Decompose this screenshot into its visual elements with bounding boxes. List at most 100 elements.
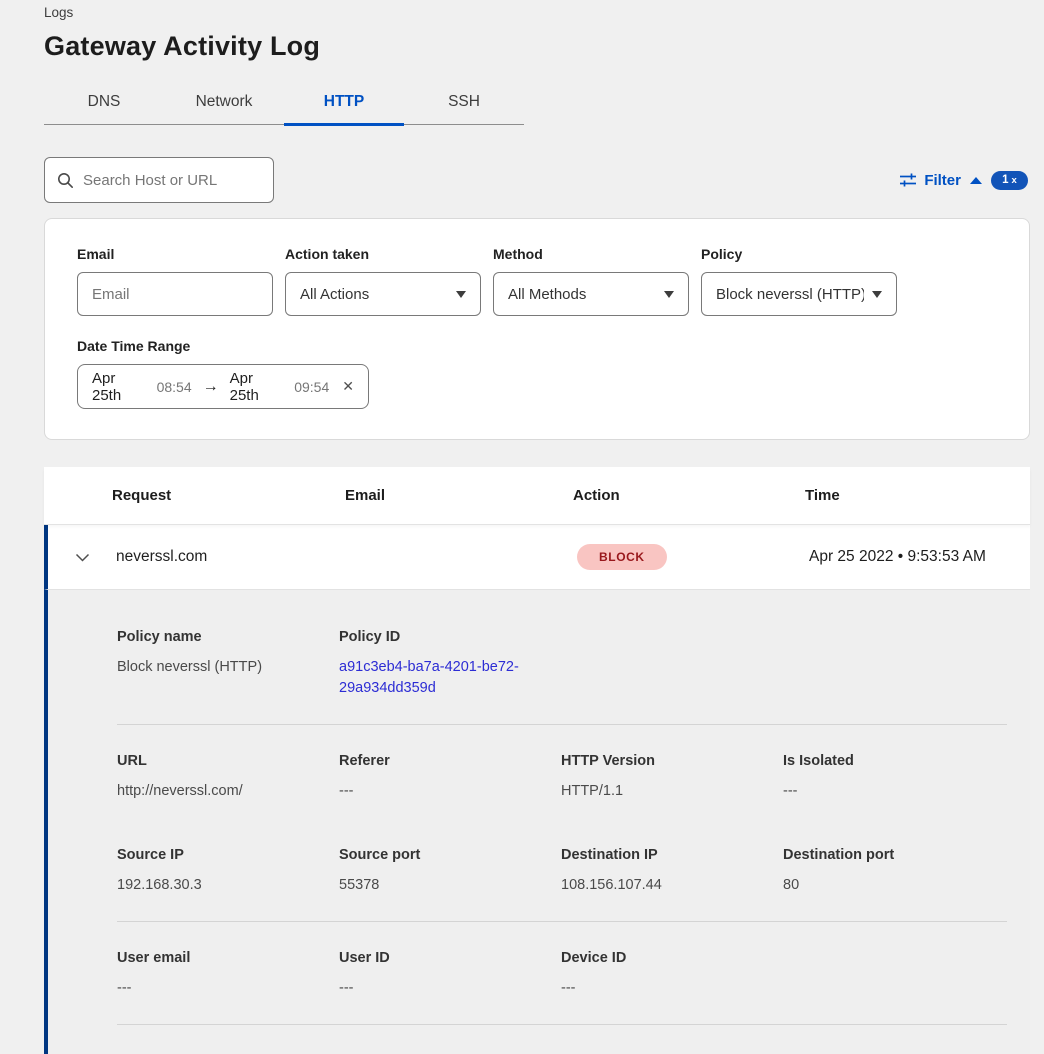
range-start-time: 08:54 — [157, 379, 192, 395]
url-field: URL http://neverssl.com/ — [117, 753, 339, 802]
chevron-down-icon — [456, 291, 466, 298]
user-section: User email --- User ID --- Device ID --- — [117, 950, 1007, 999]
method-select[interactable]: All Methods — [493, 272, 689, 316]
chevron-down-icon — [75, 553, 90, 562]
section-divider — [117, 724, 1007, 725]
email-filter-field: Email — [77, 246, 273, 316]
source-ip-label: Source IP — [117, 847, 339, 863]
section-gap — [117, 802, 1007, 847]
range-end-time: 09:54 — [294, 379, 329, 395]
email-input[interactable] — [92, 286, 258, 303]
is-isolated-field: Is Isolated --- — [783, 753, 1007, 802]
filter-icon — [899, 172, 917, 188]
time-cell: Apr 25 2022 • 9:53:53 AM — [809, 548, 1030, 566]
device-id-value: --- — [561, 978, 783, 999]
range-start-date: Apr 25th — [92, 370, 148, 404]
destination-port-value: 80 — [783, 875, 1007, 896]
row-expand-toggle[interactable] — [48, 553, 116, 562]
date-time-range-picker[interactable]: Apr 25th 08:54 → Apr 25th 09:54 ✕ — [77, 364, 369, 409]
request-section: URL http://neverssl.com/ Referer --- HTT… — [117, 753, 1007, 802]
action-taken-select[interactable]: All Actions — [285, 272, 481, 316]
source-ip-value: 192.168.30.3 — [117, 875, 339, 896]
source-port-field: Source port 55378 — [339, 847, 561, 896]
policy-label: Policy — [701, 246, 897, 262]
policy-select[interactable]: Block neverssl (HTTP) — [701, 272, 897, 316]
clear-date-range-icon[interactable]: ✕ — [342, 378, 354, 395]
filter-panel: Email Action taken All Actions Method Al… — [44, 218, 1030, 440]
clear-filters-icon[interactable]: x — [1012, 175, 1017, 186]
action-taken-value: All Actions — [300, 286, 369, 303]
activity-log-table: Request Email Action Time neverssl.com B… — [44, 467, 1030, 1054]
method-field: Method All Methods — [493, 246, 689, 316]
column-header-time: Time — [805, 487, 1030, 504]
url-value: http://neverssl.com/ — [117, 781, 339, 802]
table-row[interactable]: neverssl.com BLOCK Apr 25 2022 • 9:53:53… — [44, 525, 1030, 589]
policy-section: Policy name Block neverssl (HTTP) Policy… — [117, 629, 1007, 699]
collapse-caret-icon — [970, 177, 982, 184]
device-id-field: Device ID --- — [561, 950, 783, 999]
column-header-request: Request — [112, 487, 345, 504]
http-version-field: HTTP Version HTTP/1.1 — [561, 753, 783, 802]
section-divider — [117, 1024, 1007, 1025]
block-status-badge: BLOCK — [577, 544, 667, 570]
filter-fields-row: Email Action taken All Actions Method Al… — [77, 246, 997, 316]
policy-value: Block neverssl (HTTP) — [716, 286, 864, 303]
device-id-label: Device ID — [561, 950, 783, 966]
destination-ip-field: Destination IP 108.156.107.44 — [561, 847, 783, 896]
action-taken-label: Action taken — [285, 246, 481, 262]
is-isolated-value: --- — [783, 781, 1007, 802]
referer-value: --- — [339, 781, 561, 802]
user-id-value: --- — [339, 978, 561, 999]
user-id-label: User ID — [339, 950, 561, 966]
user-id-field: User ID --- — [339, 950, 561, 999]
action-taken-field: Action taken All Actions — [285, 246, 481, 316]
http-version-value: HTTP/1.1 — [561, 781, 783, 802]
date-time-range-field: Date Time Range Apr 25th 08:54 → Apr 25t… — [77, 338, 997, 409]
action-cell: BLOCK — [577, 544, 809, 570]
page-title: Gateway Activity Log — [44, 31, 1030, 62]
source-port-value: 55378 — [339, 875, 561, 896]
search-box[interactable] — [44, 157, 274, 203]
filter-button[interactable]: Filter — [899, 172, 982, 189]
destination-ip-label: Destination IP — [561, 847, 783, 863]
user-email-value: --- — [117, 978, 339, 999]
referer-label: Referer — [339, 753, 561, 769]
destination-port-field: Destination port 80 — [783, 847, 1007, 896]
filter-count-value: 1 — [1002, 174, 1008, 186]
toolbar: Filter 1 x — [44, 157, 1030, 203]
tab-http[interactable]: HTTP — [284, 85, 404, 124]
active-filter-count-badge[interactable]: 1 x — [991, 171, 1028, 190]
search-icon — [57, 172, 74, 189]
row-details-panel: Policy name Block neverssl (HTTP) Policy… — [44, 589, 1030, 1054]
range-arrow-icon: → — [201, 378, 221, 396]
column-header-action: Action — [573, 487, 805, 504]
referer-field: Referer --- — [339, 753, 561, 802]
destination-ip-value: 108.156.107.44 — [561, 875, 783, 896]
email-input-wrap — [77, 272, 273, 316]
policy-name-label: Policy name — [117, 629, 339, 645]
method-value: All Methods — [508, 286, 586, 303]
tab-network[interactable]: Network — [164, 85, 284, 124]
range-end-date: Apr 25th — [230, 370, 286, 404]
tab-ssh[interactable]: SSH — [404, 85, 524, 124]
email-filter-label: Email — [77, 246, 273, 262]
user-email-label: User email — [117, 950, 339, 966]
is-isolated-label: Is Isolated — [783, 753, 1007, 769]
column-header-email: Email — [345, 487, 573, 504]
filter-button-label: Filter — [924, 172, 961, 189]
tab-dns[interactable]: DNS — [44, 85, 164, 124]
source-ip-field: Source IP 192.168.30.3 — [117, 847, 339, 896]
breadcrumb: Logs — [44, 4, 1030, 22]
section-divider — [117, 921, 1007, 922]
source-port-label: Source port — [339, 847, 561, 863]
policy-id-field: Policy ID a91c3eb4-ba7a-4201-be72-29a934… — [339, 629, 561, 699]
filter-group: Filter 1 x — [899, 171, 1028, 190]
policy-id-label: Policy ID — [339, 629, 561, 645]
chevron-down-icon — [664, 291, 674, 298]
policy-name-value: Block neverssl (HTTP) — [117, 657, 339, 678]
policy-field: Policy Block neverssl (HTTP) — [701, 246, 897, 316]
user-email-field: User email --- — [117, 950, 339, 999]
network-section: Source IP 192.168.30.3 Source port 55378… — [117, 847, 1007, 896]
policy-id-link[interactable]: a91c3eb4-ba7a-4201-be72-29a934dd359d — [339, 657, 529, 699]
search-input[interactable] — [83, 172, 261, 189]
